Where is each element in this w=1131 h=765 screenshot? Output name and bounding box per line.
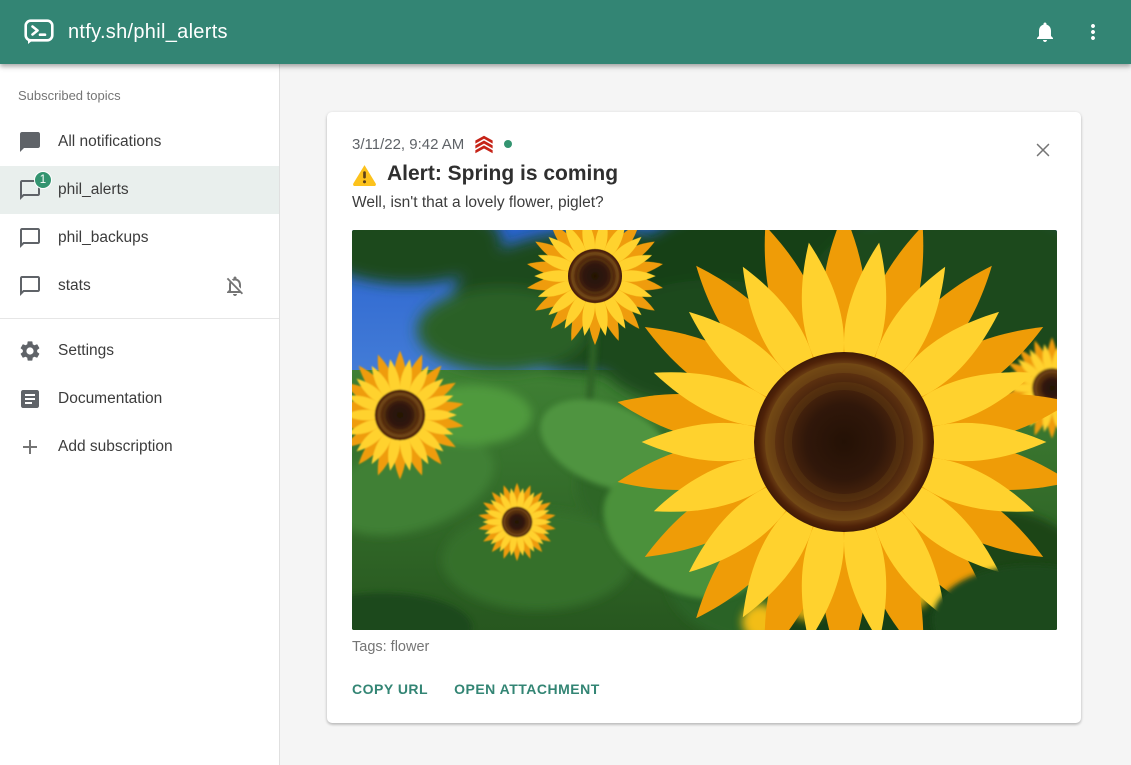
chat-filled-icon	[18, 130, 42, 154]
sidebar-item-label: Documentation	[58, 390, 162, 408]
ntfy-logo-terminal-icon	[24, 19, 54, 45]
sidebar-item-settings[interactable]: Settings	[0, 327, 279, 375]
plus-icon	[18, 435, 42, 459]
gear-icon	[18, 339, 42, 363]
sidebar-caption: Subscribed topics	[0, 74, 279, 118]
close-icon	[1032, 139, 1054, 161]
warning-icon	[352, 163, 377, 186]
sidebar-item-label: Settings	[58, 342, 114, 360]
chat-outline-icon	[18, 274, 42, 298]
copy-url-button[interactable]: COPY URL	[352, 673, 428, 705]
sidebar-item-phil-backups[interactable]: phil_backups	[0, 214, 279, 262]
sidebar: Subscribed topics All notifications 1 ph…	[0, 64, 280, 765]
unread-count-badge: 1	[34, 171, 52, 189]
attachment-image-sunflower-photo[interactable]	[352, 230, 1057, 630]
sidebar-item-stats[interactable]: stats	[0, 262, 279, 310]
sidebar-item-phil-alerts[interactable]: 1 phil_alerts	[0, 166, 279, 214]
priority-max-icon	[473, 135, 495, 154]
overflow-menu-button[interactable]	[1069, 8, 1117, 56]
notification-title: Alert: Spring is coming	[387, 162, 618, 186]
sidebar-item-label: stats	[58, 277, 91, 295]
notifications-permission-button[interactable]	[1021, 8, 1069, 56]
main-content: 3/11/22, 9:42 AM	[280, 64, 1131, 765]
notification-card: 3/11/22, 9:42 AM	[327, 112, 1081, 723]
appbar: ntfy.sh/phil_alerts	[0, 0, 1131, 64]
notification-timestamp: 3/11/22, 9:42 AM	[352, 136, 464, 153]
sidebar-item-label: phil_alerts	[58, 181, 129, 199]
chat-outline-icon	[18, 226, 42, 250]
sidebar-item-all-notifications[interactable]: All notifications	[0, 118, 279, 166]
document-icon	[18, 387, 42, 411]
sidebar-item-label: phil_backups	[58, 229, 148, 247]
muted-bell-icon	[223, 274, 247, 298]
close-notification-button[interactable]	[1029, 136, 1057, 164]
chat-outline-icon: 1	[18, 178, 42, 202]
notification-body: Well, isn't that a lovely flower, piglet…	[352, 192, 1057, 214]
bell-icon	[1033, 20, 1057, 44]
sidebar-item-documentation[interactable]: Documentation	[0, 375, 279, 423]
sidebar-item-add-subscription[interactable]: Add subscription	[0, 423, 279, 471]
notification-tags: Tags: flower	[352, 639, 1057, 655]
unread-dot	[504, 140, 512, 148]
sidebar-item-label: Add subscription	[58, 438, 173, 456]
page-title: ntfy.sh/phil_alerts	[68, 21, 228, 44]
open-attachment-button[interactable]: OPEN ATTACHMENT	[454, 673, 600, 705]
sidebar-divider	[0, 318, 279, 319]
more-vert-icon	[1081, 20, 1105, 44]
sidebar-item-label: All notifications	[58, 133, 161, 151]
